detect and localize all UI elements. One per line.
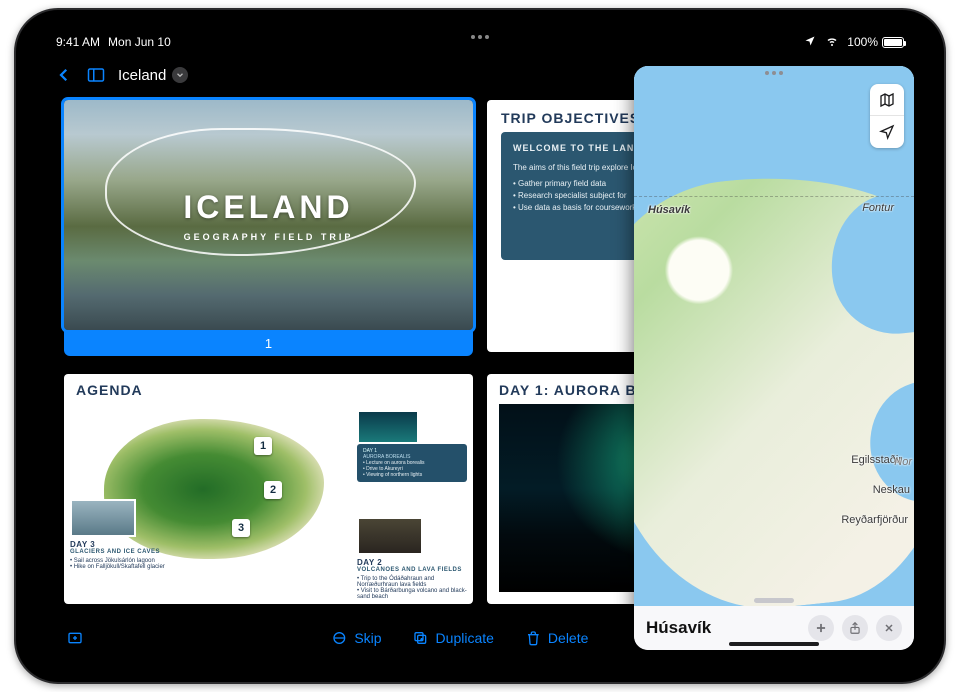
slide-1-title: ICELAND — [183, 189, 353, 226]
sheet-grabber[interactable] — [754, 598, 794, 603]
back-button[interactable] — [54, 66, 74, 84]
add-place-button[interactable] — [808, 615, 834, 641]
day2-sub: VOLCANOES AND LAVA FIELDS — [357, 567, 467, 573]
status-time: 9:41 AM — [56, 35, 100, 49]
delete-button[interactable]: Delete — [524, 630, 588, 646]
home-indicator[interactable] — [729, 642, 819, 646]
map-mode-button[interactable] — [870, 84, 904, 116]
map-label-nor: Nor — [894, 456, 912, 468]
slide-number: 1 — [265, 336, 272, 351]
sidebar-toggle-icon[interactable] — [86, 66, 106, 84]
map-marker-2: 2 — [264, 481, 282, 499]
day2-title: DAY 2 — [357, 558, 467, 567]
ipad-frame: 9:41 AM Mon Jun 10 100% — [14, 8, 946, 684]
status-date: Mon Jun 10 — [108, 35, 171, 49]
duplicate-label: Duplicate — [436, 630, 494, 646]
skip-label: Skip — [354, 630, 381, 646]
close-button[interactable] — [876, 615, 902, 641]
map-surface[interactable]: Húsavík Fontur Egilsstaðir Neskau Reyðar… — [634, 66, 914, 606]
screen: 9:41 AM Mon Jun 10 100% — [40, 30, 920, 662]
day3-body: • Sail across Jökulsárlón lagoon • Hike … — [70, 558, 180, 570]
locate-me-button[interactable] — [870, 116, 904, 148]
map-latitude-line — [634, 196, 914, 197]
status-bar: 9:41 AM Mon Jun 10 100% — [40, 30, 920, 54]
day3-title: DAY 3 — [70, 540, 180, 549]
map-controls — [870, 84, 904, 148]
battery-percent: 100% — [847, 35, 878, 49]
map-label-neskaup: Neskau — [873, 484, 910, 496]
document-title[interactable]: Iceland — [118, 67, 188, 84]
day2-photo — [357, 517, 423, 555]
document-title-text: Iceland — [118, 67, 166, 84]
map-marker-1: 1 — [254, 437, 272, 455]
battery-indicator: 100% — [847, 35, 904, 49]
slide-3-heading: AGENDA — [76, 382, 461, 398]
map-marker-3: 3 — [232, 519, 250, 537]
day2-body: • Trip to the Ódáðahraun and Norræðurhra… — [357, 576, 467, 600]
map-label-reydarfj: Reyðarfjörður — [841, 514, 908, 526]
slide-1-wrap: ICELAND GEOGRAPHY FIELD TRIP 1 — [64, 100, 473, 360]
day1-photo — [357, 410, 419, 444]
slide-1[interactable]: ICELAND GEOGRAPHY FIELD TRIP — [64, 100, 473, 330]
duplicate-button[interactable]: Duplicate — [412, 630, 494, 646]
map-landmass — [634, 158, 914, 623]
chevron-down-icon[interactable] — [172, 67, 188, 83]
slide-number-bar: 1 — [64, 330, 473, 356]
share-button[interactable] — [842, 615, 868, 641]
day1-body: • Lecture on aurora borealis • Drive to … — [363, 460, 461, 478]
day3-photo — [70, 499, 136, 537]
slide-3[interactable]: AGENDA 1 2 3 DAY 1 AURORA BOREALIS • Lec… — [64, 374, 473, 604]
day3-sub: GLACIERS AND ICE CAVES — [70, 549, 180, 555]
multitask-dots[interactable] — [471, 35, 489, 39]
location-icon — [803, 35, 817, 50]
add-slide-button[interactable] — [66, 630, 84, 646]
slide-1-subtitle: GEOGRAPHY FIELD TRIP — [184, 232, 354, 242]
maps-slideover[interactable]: Húsavík Fontur Egilsstaðir Neskau Reyðar… — [634, 66, 914, 650]
skip-button[interactable]: Skip — [330, 630, 381, 646]
wifi-icon — [825, 35, 839, 50]
maps-place-title: Húsavík — [646, 618, 800, 638]
delete-label: Delete — [548, 630, 588, 646]
map-label-husavik: Húsavík — [648, 204, 690, 216]
slideover-drag-handle[interactable] — [765, 71, 783, 75]
map-label-fontur: Fontur — [862, 202, 894, 214]
